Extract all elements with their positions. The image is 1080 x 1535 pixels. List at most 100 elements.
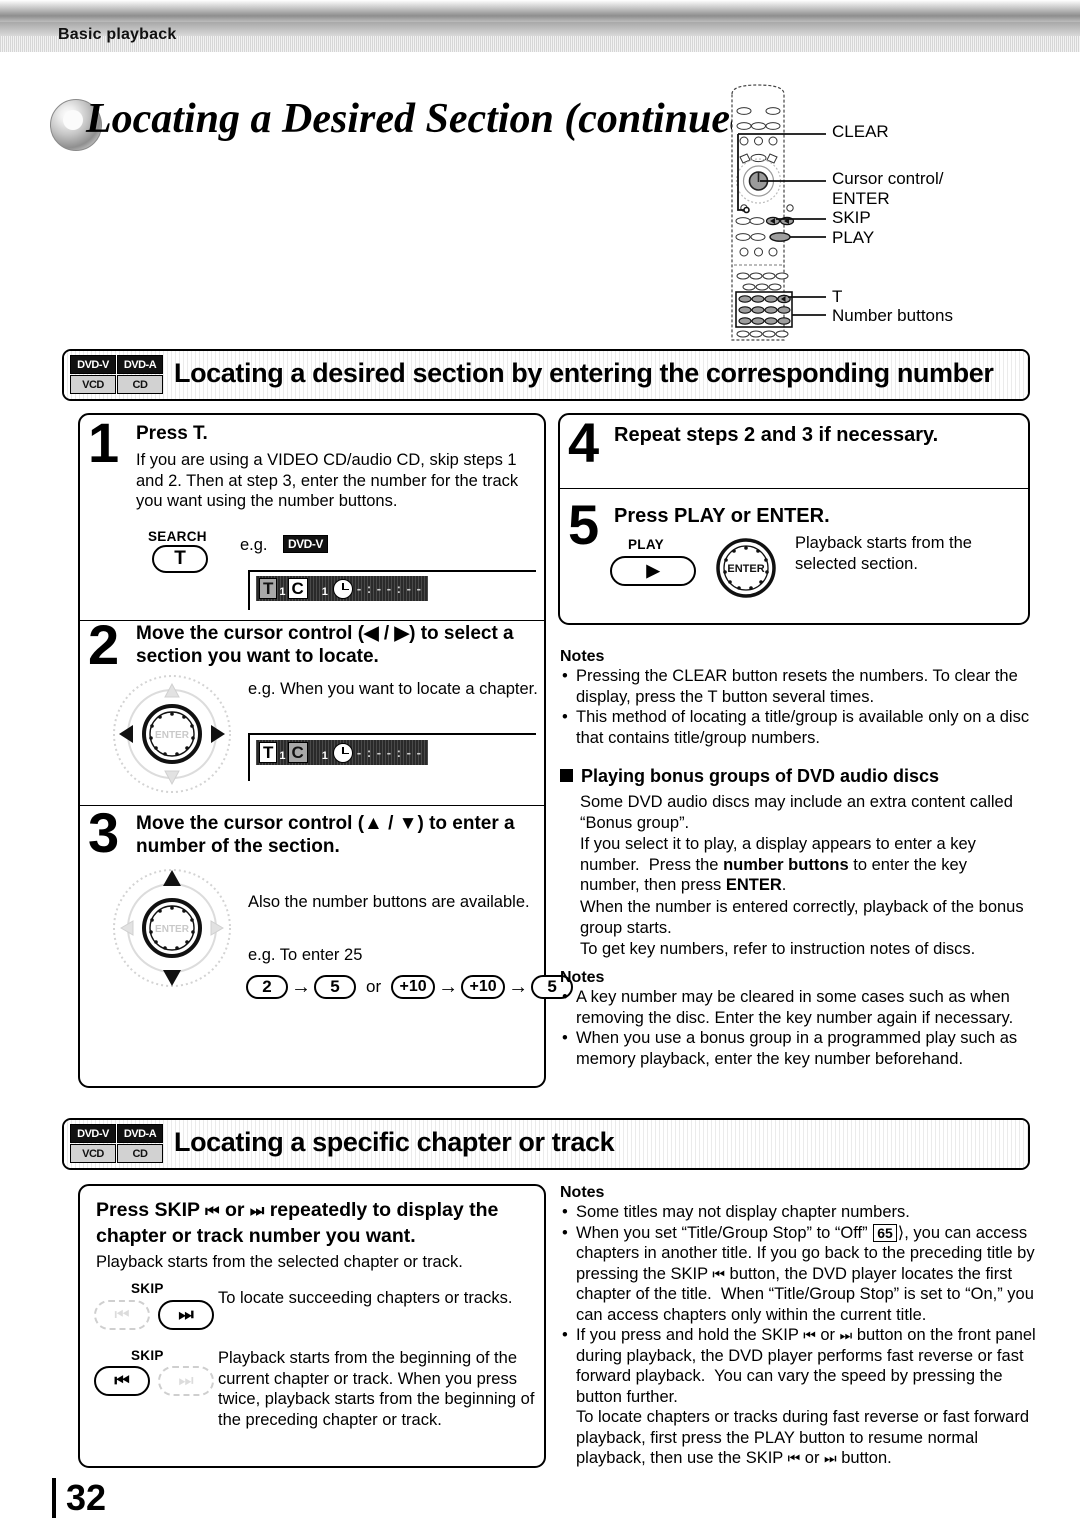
lcd-chapter-number: 1 <box>321 586 328 598</box>
section-header-specific-chapter: DVD-V DVD-A VCD CD Locating a specific c… <box>62 1118 1030 1170</box>
cursor-control-left-right-diagram: ENTER <box>113 675 231 793</box>
skip-row1-label: SKIP <box>131 1281 164 1296</box>
arrow-icon-1: → <box>291 975 311 998</box>
search-button-label: SEARCH <box>148 529 207 544</box>
enter-button[interactable]: ENTER <box>714 537 778 599</box>
lcd-title-number: 1 <box>279 586 286 598</box>
number-key-plus10-b[interactable]: +10 <box>461 975 506 999</box>
note-item: Some titles may not display chapter numb… <box>560 1202 1038 1223</box>
callout-clear: CLEAR <box>832 122 889 141</box>
disc-badge-dvd-a-2: DVD-A <box>117 1124 163 1143</box>
step-3-heading: Move the cursor control (▲ / ▼) to enter… <box>136 813 515 857</box>
lcd-time-dashes: - : - - : - - <box>356 581 422 596</box>
remote-control-illustration: CLEAR Cursor control/ ENTER SKIP PLAY T … <box>700 82 1080 344</box>
step-5-heading: Press PLAY or ENTER. <box>614 505 830 527</box>
callout-t: T <box>832 287 843 306</box>
bonus-paragraph-3: When the number is entered correctly, pl… <box>580 898 1024 937</box>
section2-title: Locating a specific chapter or track <box>174 1127 615 1157</box>
note-item: Pressing the CLEAR button resets the num… <box>560 666 1030 707</box>
step-divider-2 <box>80 805 544 806</box>
lcd-rule-top-2 <box>248 733 536 735</box>
skip-back-button-inactive[interactable]: ⏮ <box>94 1300 150 1330</box>
note-item: When you use a bonus group in a programm… <box>560 1028 1035 1069</box>
number-key-2[interactable]: 2 <box>246 975 288 999</box>
step-3-key-sequence: 2 → 5 or +10 → +10 → 5 <box>246 975 574 999</box>
bonus-group-heading: Playing bonus groups of DVD audio discs <box>560 766 939 787</box>
skip-forward-button[interactable]: ⏭ <box>158 1300 214 1330</box>
section1-title: Locating a desired section by entering t… <box>174 358 994 388</box>
skip-heading: Press SKIP ⏮ or ⏭ repeatedly to display … <box>96 1199 499 1247</box>
bonus-paragraph-4: To get key numbers, refer to instruction… <box>580 940 976 958</box>
running-header-title: Basic playback <box>58 26 177 43</box>
number-key-plus10-a[interactable]: +10 <box>391 975 436 999</box>
svg-text:ENTER: ENTER <box>155 924 190 935</box>
step-2-lcd-display: T 1 C 1 - : - - : - - <box>256 740 428 765</box>
play-button[interactable]: ▶ <box>610 556 696 586</box>
t-button[interactable]: T <box>152 545 208 573</box>
step-divider-1 <box>80 620 544 621</box>
bonus-group-heading-text: Playing bonus groups of DVD audio discs <box>581 766 940 786</box>
running-header: Basic playback <box>0 0 1080 60</box>
bonus-paragraph-1: Some DVD audio discs may include an extr… <box>580 793 1013 832</box>
skip-forward-button-inactive[interactable]: ⏭ <box>158 1366 214 1396</box>
step-1-number: 1 <box>88 411 120 474</box>
step-3-number: 3 <box>88 801 120 864</box>
disc-badge-vcd: VCD <box>70 375 116 394</box>
callout-cursor-control: Cursor control/ <box>832 169 944 188</box>
bonus-notes-label: Notes <box>560 969 605 986</box>
page-title: Locating a Desired Section (continued) <box>86 96 765 142</box>
disc-badge-vcd-2: VCD <box>70 1144 116 1163</box>
arrow-icon-2: → <box>438 975 459 998</box>
step-5-number: 5 <box>568 493 600 556</box>
note-item: If you press and hold the SKIP ⏮ or ⏭ bu… <box>560 1325 1038 1469</box>
lcd-rule-side-1 <box>248 570 250 610</box>
step-1-lcd-display: T 1 C 1 - : - - : - - <box>256 576 428 601</box>
number-key-5[interactable]: 5 <box>314 975 356 999</box>
clock-icon <box>332 578 353 599</box>
step-1-heading: Press T. <box>136 423 208 444</box>
step-4-number: 4 <box>568 411 600 474</box>
skip-row2-text: Playback starts from the beginning of th… <box>218 1349 535 1429</box>
skip-row1-text: To locate succeeding chapters or tracks. <box>218 1289 513 1307</box>
svg-text:ENTER: ENTER <box>155 730 190 741</box>
lcd-chapter-indicator: C <box>287 578 308 599</box>
step-4-heading: Repeat steps 2 and 3 if necessary. <box>614 424 939 446</box>
section2-notes: Some titles may not display chapter numb… <box>560 1202 1038 1469</box>
section-header-entering-number: DVD-V DVD-A VCD CD Locating a desired se… <box>62 349 1030 401</box>
note-item: When you set “Title/Group Stop” to “Off”… <box>560 1223 1038 1326</box>
lcd-title-indicator: T <box>259 578 278 599</box>
lcd-title-indicator-2: T <box>259 742 278 763</box>
lcd-rule-top-1 <box>248 570 536 572</box>
bonus-paragraph-2: If you select it to play, a display appe… <box>580 835 976 894</box>
section1-notes: Pressing the CLEAR button resets the num… <box>560 666 1030 748</box>
clock-icon-2 <box>332 742 353 763</box>
skip-back-button[interactable]: ⏮ <box>94 1366 150 1396</box>
lcd-title-number-2: 1 <box>279 750 286 762</box>
or-label-1: or <box>366 977 382 996</box>
step-1-body: If you are using a VIDEO CD/audio CD, sk… <box>136 451 519 510</box>
lcd-rule-side-2 <box>248 733 250 781</box>
filled-square-icon <box>560 769 573 782</box>
lcd-chapter-indicator-2: C <box>287 742 308 763</box>
disc-badge-dvd-a: DVD-A <box>117 355 163 374</box>
skip-row2-label: SKIP <box>131 1348 164 1363</box>
step-1-example-prefix: e.g. <box>240 536 268 554</box>
step-3-body: Also the number buttons are available. <box>248 893 530 911</box>
arrow-icon-3: → <box>508 975 529 998</box>
section1-notes-label: Notes <box>560 648 605 665</box>
lcd-time-dashes-2: - : - - : - - <box>356 745 422 760</box>
disc-badges-section1: DVD-V DVD-A VCD CD <box>70 355 163 394</box>
remote-control-svg <box>731 84 826 341</box>
bonus-notes: A key number may be cleared in some case… <box>560 987 1035 1069</box>
callout-play: PLAY <box>832 228 875 247</box>
step-1-example-badge: DVD-V <box>283 535 328 553</box>
skip-subtext: Playback starts from the selected chapte… <box>96 1253 463 1271</box>
step-2-heading: Move the cursor control (◀ / ▶) to selec… <box>136 623 514 667</box>
disc-badge-dvd-v: DVD-V <box>70 355 116 374</box>
callout-number-buttons: Number buttons <box>832 306 953 325</box>
disc-badge-cd-2: CD <box>117 1144 163 1163</box>
step-2-body: e.g. When you want to locate a chapter. <box>248 680 538 698</box>
callout-enter: ENTER <box>832 189 890 208</box>
disc-badge-cd: CD <box>117 375 163 394</box>
page-reference-badge[interactable]: 65 <box>873 1223 897 1242</box>
